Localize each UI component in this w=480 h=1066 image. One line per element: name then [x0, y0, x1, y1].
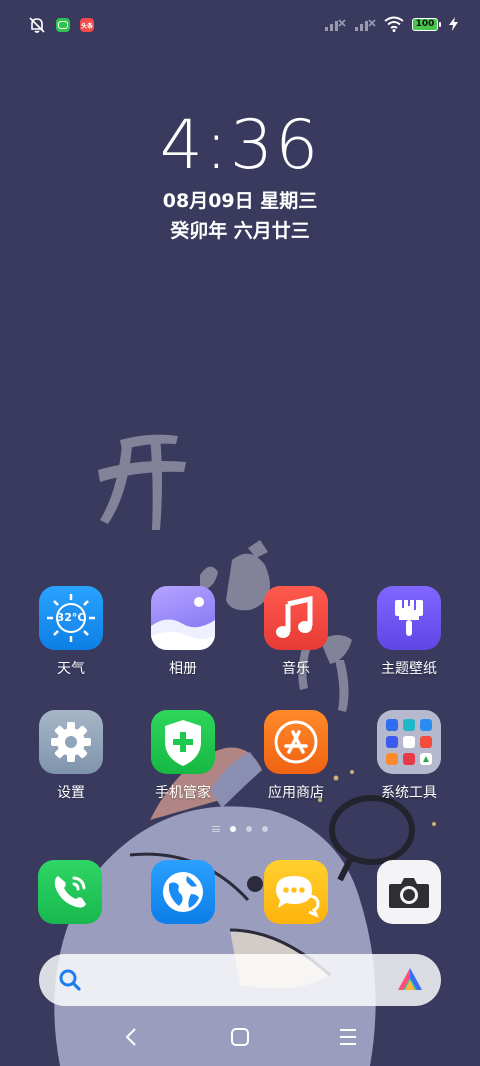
app-label: 系统工具: [381, 785, 437, 801]
app-store[interactable]: 应用商店: [241, 710, 351, 802]
app-security[interactable]: 手机管家: [128, 710, 238, 802]
dock-messages[interactable]: [264, 860, 328, 924]
app-label: 音乐: [282, 661, 310, 677]
app-label: 设置: [57, 785, 85, 801]
page-dot[interactable]: [262, 826, 268, 832]
dock-browser[interactable]: [151, 860, 215, 924]
app-label: 天气: [57, 661, 85, 677]
page-indicator-list[interactable]: [212, 826, 220, 833]
messages-icon: [276, 876, 320, 918]
status-left-icons: 头条: [28, 16, 94, 34]
app-label: 相册: [169, 661, 197, 677]
bell-off-icon: [29, 17, 45, 33]
app-gallery[interactable]: 相册: [128, 586, 238, 678]
page-dot-active[interactable]: [230, 826, 236, 832]
recents-menu-icon[interactable]: [338, 1027, 358, 1047]
page-indicator: [0, 826, 480, 833]
clock-date: 08月09日 星期三: [162, 190, 318, 212]
search-icon[interactable]: [57, 967, 83, 993]
app-settings[interactable]: 设置: [16, 710, 126, 802]
navigation-bar: [0, 1018, 480, 1058]
weather-icon: 32°C: [39, 586, 103, 650]
browser-globe-icon: [163, 872, 203, 912]
dock-phone[interactable]: [38, 860, 102, 924]
clock-time[interactable]: 4:36: [0, 106, 480, 185]
app-store-icon: [264, 710, 328, 774]
camera-icon: [389, 878, 429, 908]
battery-indicator: 100: [412, 17, 438, 31]
settings-gear-icon: [39, 710, 103, 774]
app-music[interactable]: 音乐: [241, 586, 351, 678]
signal-off-icon: [325, 19, 346, 31]
folder-icon: [377, 710, 441, 774]
gallery-icon: [151, 586, 215, 650]
status-right-icons: 100: [324, 16, 458, 32]
app-theme[interactable]: 主题壁纸: [354, 586, 464, 678]
status-bar: 头条 100: [0, 0, 480, 50]
app-folder-tools[interactable]: 系统工具: [354, 710, 464, 802]
app-label: 主题壁纸: [381, 661, 437, 677]
music-icon: [264, 586, 328, 650]
page-dot[interactable]: [246, 826, 252, 832]
search-bar[interactable]: [39, 954, 441, 1006]
dock-camera[interactable]: [377, 860, 441, 924]
weather-temp-badge: 32°C: [56, 611, 86, 624]
news-mini-text: 头条: [80, 22, 93, 30]
back-icon[interactable]: [122, 1027, 142, 1047]
signal-off-icon: [355, 19, 376, 31]
news-mini-icon: 头条: [80, 18, 94, 32]
app-label: 应用商店: [268, 785, 324, 801]
app-weather[interactable]: 32°C 天气: [16, 586, 126, 678]
app-label: 手机管家: [155, 785, 211, 801]
theme-brush-icon: [377, 586, 441, 650]
wifi-icon: [384, 16, 404, 32]
lunar-date: 癸卯年 六月廿三: [170, 220, 310, 242]
assistant-logo-icon[interactable]: [395, 965, 425, 995]
wechat-mini-icon: [56, 18, 70, 32]
home-icon[interactable]: [230, 1027, 250, 1047]
charging-bolt-icon: [449, 17, 458, 31]
phone-icon: [54, 876, 86, 908]
security-shield-icon: [151, 710, 215, 774]
